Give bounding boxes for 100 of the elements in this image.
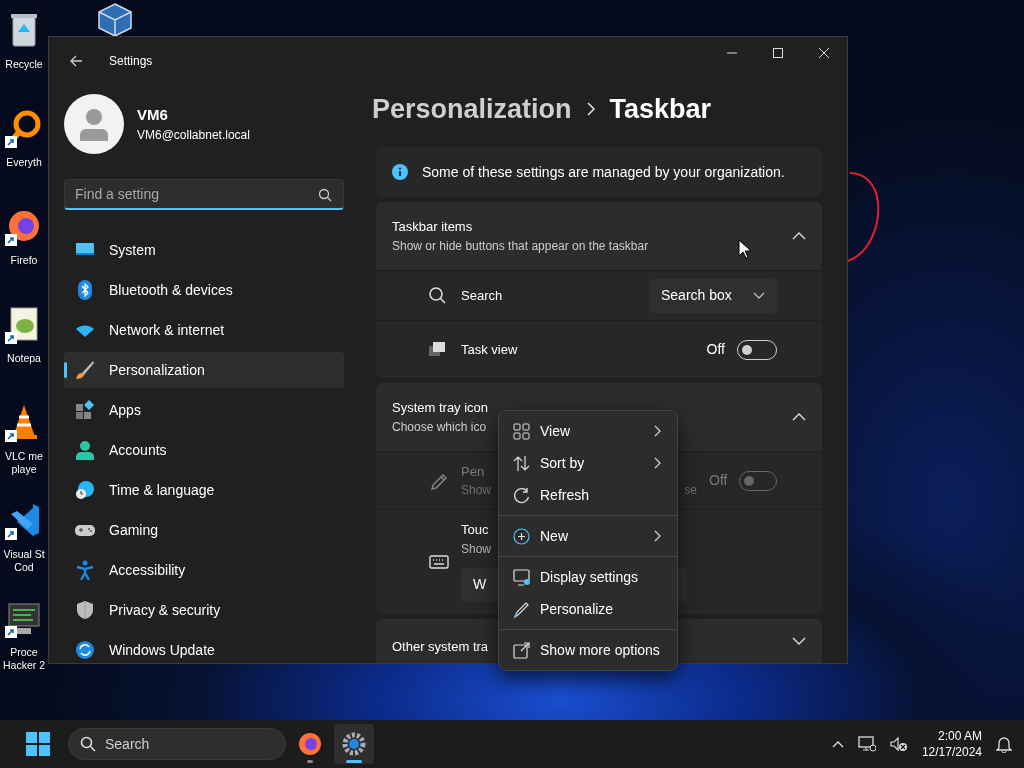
globe-clock-icon: [75, 480, 95, 500]
taskbar-search-field[interactable]: Search: [68, 728, 286, 760]
accessibility-figure-icon: [75, 560, 95, 580]
desktop-icon-label: Firefo: [10, 254, 38, 267]
setting-label: Task view: [461, 340, 518, 359]
shortcut-arrow-icon: [5, 136, 17, 148]
search-icon: [80, 736, 96, 752]
paintbrush-icon: [75, 360, 95, 380]
setting-description: se: [684, 482, 697, 500]
chevron-right-icon: [654, 530, 661, 542]
nav-item[interactable]: Gaming: [64, 512, 344, 548]
refresh-icon: [513, 486, 530, 504]
card-title: Other system tra: [392, 638, 489, 656]
shortcut-arrow-icon: [5, 234, 17, 246]
grid-icon: [513, 422, 530, 440]
update-arrows-icon: [75, 640, 95, 660]
search-icon: [318, 188, 332, 202]
toggle-state: Off: [709, 471, 728, 490]
card-subtitle: Choose which ico: [392, 418, 488, 436]
nav-item[interactable]: System: [64, 232, 344, 268]
menu-item[interactable]: Personalize: [503, 593, 673, 625]
page-title: Taskbar: [609, 92, 712, 126]
expand-toggle[interactable]: [792, 232, 806, 240]
desktop-icon-label: VLC me: [5, 450, 43, 463]
desktop-icon-label: Recycle: [5, 58, 43, 71]
bluetooth-icon: [75, 280, 95, 300]
taskbar-app[interactable]: [334, 724, 374, 764]
chevron-right-icon: [585, 102, 596, 116]
back-arrow-icon: [69, 54, 83, 68]
chevron-up-icon: [792, 413, 806, 421]
dropdown[interactable]: Search box: [649, 278, 777, 313]
setting-description: Show: [461, 482, 492, 500]
expand-toggle[interactable]: [792, 637, 806, 645]
nav-item[interactable]: Accounts: [64, 432, 344, 468]
desktop-icon-label: Notepa: [7, 352, 41, 365]
external-box-icon: [513, 641, 530, 659]
mouse-cursor-icon: [738, 239, 752, 259]
pen-icon: [513, 600, 530, 618]
desktop-icon-label: Visual St: [3, 548, 45, 561]
chevron-up-icon: [792, 232, 806, 240]
nav-item[interactable]: Windows Update: [64, 632, 344, 668]
nav-item[interactable]: Bluetooth & devices: [64, 272, 344, 308]
clock[interactable]: 2:00 AM 12/17/2024: [921, 728, 982, 760]
sort-arrows-icon: [513, 454, 530, 472]
keyboard-icon: [429, 553, 449, 571]
cube-icon[interactable]: [96, 2, 134, 36]
info-message: Some of these settings are managed by your organization.: [422, 162, 785, 182]
shortcut-arrow-icon: [5, 332, 17, 344]
card-subtitle: Show or hide buttons that appear on the taskbar: [392, 237, 649, 255]
toggle-state: Off: [706, 340, 725, 359]
shortcut-arrow-icon: [5, 430, 17, 442]
setting-description: Show: [461, 540, 492, 558]
chevron-right-icon: [654, 457, 661, 469]
chevron-down-icon: [753, 292, 765, 299]
nav-item[interactable]: Privacy & security: [64, 592, 344, 628]
speaker-muted-icon[interactable]: [889, 736, 908, 752]
card-title: System tray icon: [392, 399, 489, 418]
shortcut-arrow-icon: [5, 626, 17, 638]
chevron-down-icon: [792, 637, 806, 645]
nav-item[interactable]: Time & language: [64, 472, 344, 508]
person-icon: [75, 440, 95, 460]
menu-item[interactable]: Sort by: [503, 447, 673, 479]
window-title: Settings: [109, 53, 153, 70]
settings-search-field[interactable]: Find a setting: [64, 179, 344, 210]
display-gear-icon: [513, 568, 530, 586]
bell-icon[interactable]: [996, 735, 1012, 753]
nav-item[interactable]: Accessibility: [64, 552, 344, 588]
shield-icon: [75, 600, 95, 620]
account-name: VM6: [137, 104, 169, 125]
nav-item[interactable]: Network & internet: [64, 312, 344, 348]
desktop-icon-label: playe: [10, 463, 38, 476]
setting-label: Search: [461, 286, 503, 305]
plus-circle-icon: [513, 527, 530, 545]
menu-item[interactable]: View: [503, 415, 673, 447]
account-email: VM6@collabnet.local: [137, 127, 250, 145]
nav-item[interactable]: Apps: [64, 392, 344, 428]
info-icon: [392, 164, 408, 180]
desktop-icon-label: Hacker 2: [3, 659, 45, 672]
menu-item[interactable]: Display settings: [503, 561, 673, 593]
network-icon[interactable]: [857, 736, 876, 752]
setting-label: Touc: [461, 521, 489, 539]
gear-icon: [342, 732, 366, 756]
desktop-icon-label: Everyth: [6, 156, 42, 169]
chevron-up-icon[interactable]: [831, 740, 844, 748]
nav-item[interactable]: Personalization: [64, 352, 344, 388]
person-silhouette-icon: [78, 107, 110, 141]
setting-label: Pen: [461, 462, 485, 481]
apps-grid-icon: [75, 400, 95, 420]
expand-toggle[interactable]: [792, 413, 806, 421]
desktop-icon-label: Proce: [9, 646, 39, 659]
menu-item[interactable]: Show more options: [503, 634, 673, 666]
shortcut-arrow-icon: [5, 528, 17, 540]
desktop-icon-label: Cod: [13, 561, 35, 574]
breadcrumb-link[interactable]: Personalization: [372, 88, 572, 130]
windows-logo-icon: [26, 732, 50, 756]
chevron-right-icon: [654, 425, 661, 437]
menu-item[interactable]: New: [503, 520, 673, 552]
menu-item[interactable]: Refresh: [503, 479, 673, 511]
maximize-icon: [772, 47, 784, 59]
close-icon: [818, 47, 830, 59]
